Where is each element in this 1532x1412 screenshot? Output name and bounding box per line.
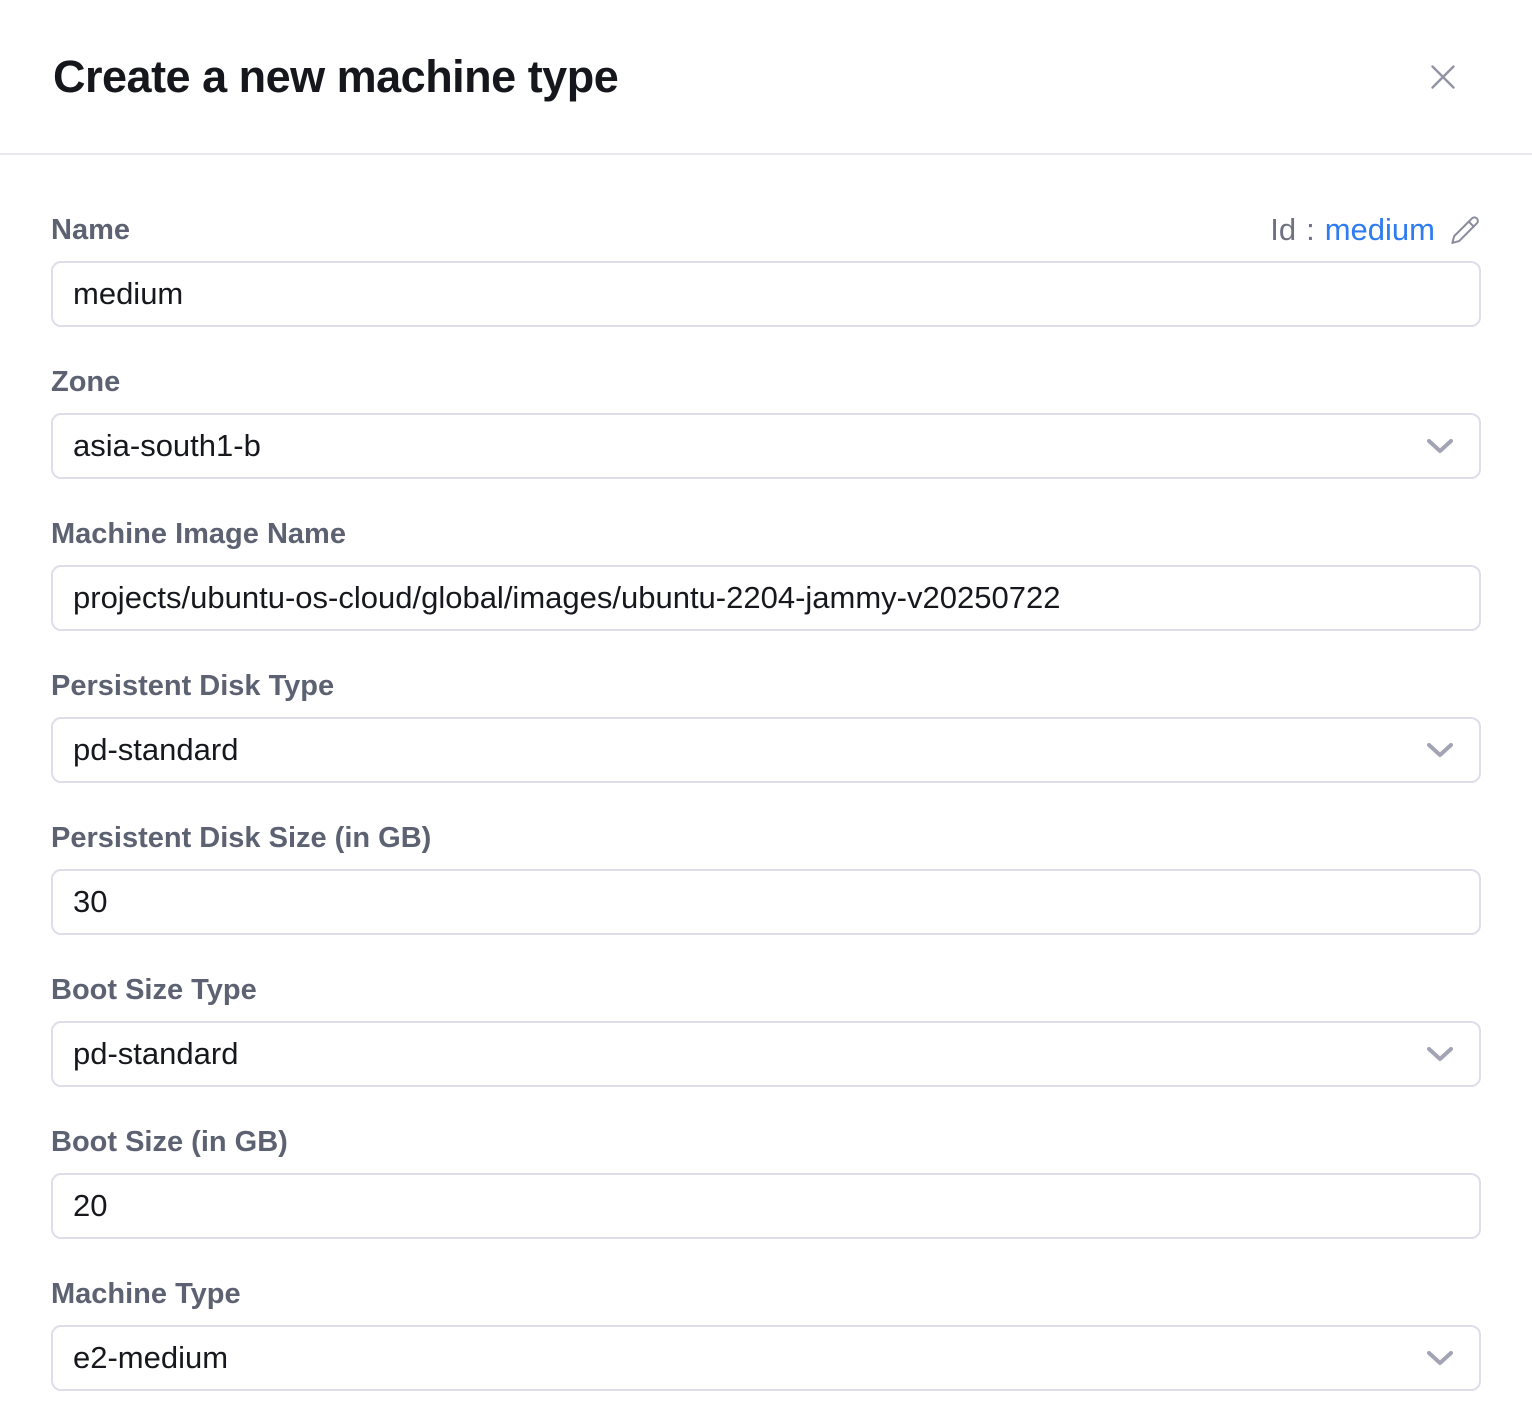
persistent-disk-size-input[interactable] — [51, 869, 1481, 935]
chevron-down-icon — [1425, 1045, 1455, 1063]
zone-select-value: asia-south1-b — [73, 428, 261, 464]
boot-size-type-label: Boot Size Type — [51, 973, 257, 1007]
chevron-down-icon — [1425, 1349, 1455, 1367]
machine-image-name-input[interactable] — [51, 565, 1481, 631]
field-boot-size-type: Boot Size Type pd-standard — [51, 973, 1481, 1087]
id-badge: Id : medium — [1270, 213, 1481, 247]
field-zone: Zone asia-south1-b — [51, 365, 1481, 479]
field-name: Name Id : medium — [51, 213, 1481, 327]
machine-type-label: Machine Type — [51, 1277, 241, 1311]
boot-size-input[interactable] — [51, 1173, 1481, 1239]
id-badge-label: Id — [1270, 213, 1296, 247]
chevron-down-icon — [1425, 741, 1455, 759]
persistent-disk-type-select[interactable]: pd-standard — [51, 717, 1481, 783]
modal-title: Create a new machine type — [53, 51, 618, 103]
machine-type-select-value: e2-medium — [73, 1340, 228, 1376]
close-icon — [1425, 59, 1461, 95]
boot-size-label: Boot Size (in GB) — [51, 1125, 288, 1159]
modal-header: Create a new machine type — [0, 0, 1532, 155]
boot-size-type-select-value: pd-standard — [73, 1036, 238, 1072]
persistent-disk-type-label: Persistent Disk Type — [51, 669, 334, 703]
name-label: Name — [51, 213, 130, 247]
machine-image-name-label: Machine Image Name — [51, 517, 346, 551]
close-button[interactable] — [1419, 53, 1467, 101]
zone-select[interactable]: asia-south1-b — [51, 413, 1481, 479]
field-boot-size: Boot Size (in GB) — [51, 1125, 1481, 1239]
persistent-disk-type-select-value: pd-standard — [73, 732, 238, 768]
create-machine-type-modal: Create a new machine type Name Id : medi… — [0, 0, 1532, 1412]
field-machine-image-name: Machine Image Name — [51, 517, 1481, 631]
name-input[interactable] — [51, 261, 1481, 327]
field-persistent-disk-type: Persistent Disk Type pd-standard — [51, 669, 1481, 783]
field-persistent-disk-size: Persistent Disk Size (in GB) — [51, 821, 1481, 935]
id-badge-separator: : — [1306, 213, 1315, 247]
edit-id-button[interactable] — [1449, 214, 1481, 246]
machine-type-select[interactable]: e2-medium — [51, 1325, 1481, 1391]
zone-label: Zone — [51, 365, 120, 399]
boot-size-type-select[interactable]: pd-standard — [51, 1021, 1481, 1087]
modal-body: Name Id : medium — [0, 155, 1532, 1391]
chevron-down-icon — [1425, 437, 1455, 455]
field-machine-type: Machine Type e2-medium — [51, 1277, 1481, 1391]
id-badge-value: medium — [1325, 213, 1435, 247]
persistent-disk-size-label: Persistent Disk Size (in GB) — [51, 821, 431, 855]
pencil-icon — [1449, 214, 1481, 246]
